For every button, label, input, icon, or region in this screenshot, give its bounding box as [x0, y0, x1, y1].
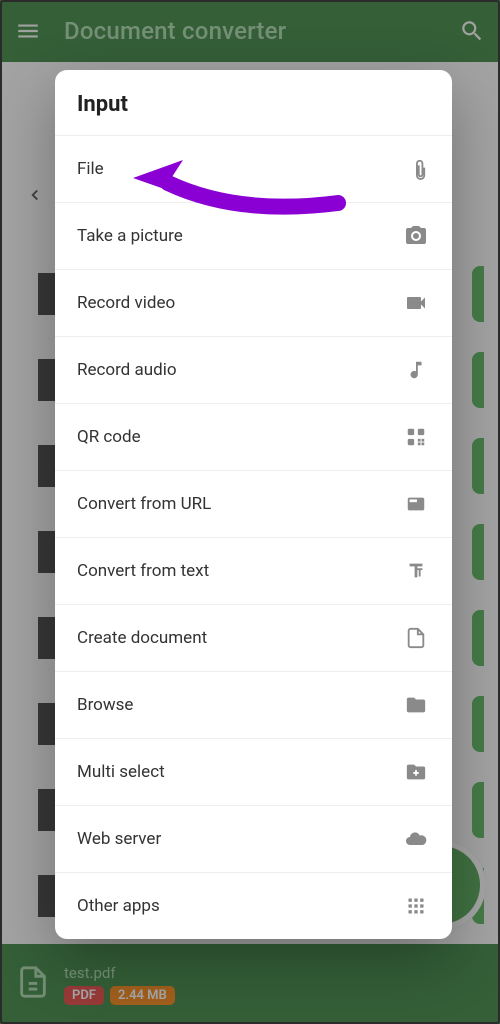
menu-item-label: Record video: [77, 293, 402, 313]
menu-item-convert-url[interactable]: Convert from URL: [55, 470, 452, 537]
menu-item-label: Multi select: [77, 762, 402, 782]
dialog-title: Input: [55, 70, 452, 135]
menu-item-multi-select[interactable]: Multi select: [55, 738, 452, 805]
menu-item-label: Take a picture: [77, 226, 402, 246]
file-outline-icon: [402, 627, 430, 649]
menu-item-label: Convert from text: [77, 561, 402, 581]
apps-grid-icon: [402, 896, 430, 916]
menu-item-label: Other apps: [77, 896, 402, 916]
menu-item-qr-code[interactable]: QR code: [55, 403, 452, 470]
music-note-icon: [402, 359, 430, 381]
menu-item-label: Browse: [77, 695, 402, 715]
menu-item-other-apps[interactable]: Other apps: [55, 872, 452, 939]
menu-item-browse[interactable]: Browse: [55, 671, 452, 738]
attachment-clip-icon: [402, 158, 430, 180]
menu-item-record-audio[interactable]: Record audio: [55, 336, 452, 403]
text-format-icon: [402, 560, 430, 582]
menu-item-label: Record audio: [77, 360, 402, 380]
input-dialog: Input File Take a picture Record video R…: [55, 70, 452, 939]
input-menu-list: File Take a picture Record video Record …: [55, 135, 452, 939]
camera-icon: [402, 224, 430, 248]
cloud-icon: [402, 827, 430, 851]
menu-item-label: Convert from URL: [77, 494, 402, 514]
qr-code-icon: [402, 426, 430, 448]
menu-item-create-document[interactable]: Create document: [55, 604, 452, 671]
videocam-icon: [402, 291, 430, 315]
menu-item-convert-text[interactable]: Convert from text: [55, 537, 452, 604]
menu-item-label: QR code: [77, 427, 402, 447]
web-icon: [402, 493, 430, 515]
menu-item-record-video[interactable]: Record video: [55, 269, 452, 336]
menu-item-web-server[interactable]: Web server: [55, 805, 452, 872]
folder-plus-icon: [402, 761, 430, 783]
menu-item-label: File: [77, 159, 402, 179]
menu-item-label: Create document: [77, 628, 402, 648]
menu-item-label: Web server: [77, 829, 402, 849]
folder-icon: [402, 694, 430, 716]
menu-item-take-picture[interactable]: Take a picture: [55, 202, 452, 269]
menu-item-file[interactable]: File: [55, 135, 452, 202]
